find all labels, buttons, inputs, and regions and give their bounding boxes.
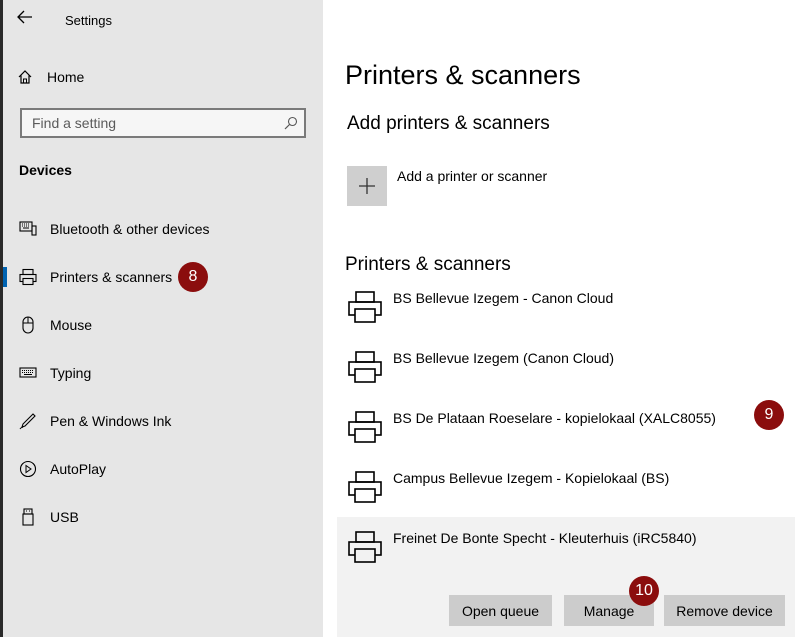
- printer-list-item[interactable]: Campus Bellevue Izegem - Kopielokaal (BS…: [337, 460, 795, 520]
- annotation-badge-8: 8: [178, 262, 208, 292]
- bluetooth-devices-icon: [19, 221, 37, 236]
- printer-icon: [19, 268, 37, 286]
- search-input[interactable]: [22, 110, 272, 136]
- plus-icon: [359, 178, 375, 194]
- sidebar-item-bluetooth[interactable]: Bluetooth & other devices: [3, 209, 323, 249]
- sidebar-item-pen[interactable]: Pen & Windows Ink: [3, 401, 323, 441]
- section-title: Devices: [19, 162, 72, 178]
- home-label: Home: [47, 69, 85, 85]
- printer-icon: [348, 471, 382, 503]
- printer-name: BS Bellevue Izegem - Canon Cloud: [393, 290, 614, 306]
- sidebar-item-label: Mouse: [50, 317, 93, 333]
- annotation-badge-10: 10: [629, 576, 659, 606]
- autoplay-icon: [19, 460, 37, 478]
- sidebar-item-autoplay[interactable]: AutoPlay: [3, 449, 323, 489]
- sidebar-item-label: AutoPlay: [50, 461, 107, 477]
- printer-name: BS Bellevue Izegem (Canon Cloud): [393, 350, 615, 366]
- sidebar-item-printers[interactable]: Printers & scanners 8: [3, 257, 323, 297]
- printer-name: Freinet De Bonte Specht - Kleuterhuis (i…: [393, 530, 697, 546]
- sidebar-item-usb[interactable]: USB: [3, 497, 323, 537]
- app-title: Settings: [65, 13, 112, 28]
- printer-icon: [348, 531, 382, 563]
- open-queue-button[interactable]: Open queue: [449, 595, 552, 626]
- back-arrow-icon: [17, 10, 32, 24]
- search-box[interactable]: [20, 108, 306, 138]
- sidebar-item-label: Pen & Windows Ink: [50, 413, 172, 429]
- sidebar-item-label: USB: [50, 509, 79, 525]
- page-title: Printers & scanners: [345, 60, 581, 90]
- printer-icon: [348, 411, 382, 443]
- printer-list-item[interactable]: BS Bellevue Izegem (Canon Cloud): [337, 340, 795, 400]
- printer-name: Campus Bellevue Izegem - Kopielokaal (BS…: [393, 470, 670, 486]
- search-icon: [284, 116, 298, 130]
- sidebar-item-label: Printers & scanners: [50, 269, 173, 285]
- annotation-badge-9: 9: [754, 400, 784, 430]
- keyboard-icon: [19, 367, 37, 378]
- add-printer-label[interactable]: Add a printer or scanner: [397, 168, 547, 184]
- add-section-title: Add printers & scanners: [347, 113, 550, 134]
- active-indicator: [3, 267, 7, 287]
- sidebar-item-typing[interactable]: Typing: [3, 353, 323, 393]
- sidebar-item-mouse[interactable]: Mouse: [3, 305, 323, 345]
- sidebar: Settings Home Devices Bluetooth & other …: [0, 0, 323, 637]
- mouse-icon: [22, 316, 34, 334]
- usb-icon: [22, 508, 34, 526]
- sidebar-item-label: Typing: [50, 365, 92, 381]
- pen-icon: [19, 413, 36, 430]
- add-printer-button[interactable]: [347, 166, 387, 206]
- remove-device-button[interactable]: Remove device: [664, 595, 785, 626]
- title-bar: Settings: [3, 0, 323, 40]
- printers-list-title: Printers & scanners: [345, 254, 511, 275]
- printer-list-item[interactable]: BS Bellevue Izegem - Canon Cloud: [337, 280, 795, 340]
- printer-name: BS De Plataan Roeselare - kopielokaal (X…: [393, 410, 716, 426]
- sidebar-item-label: Bluetooth & other devices: [50, 221, 210, 237]
- printer-icon: [348, 291, 382, 323]
- printer-list-item-selected[interactable]: Freinet De Bonte Specht - Kleuterhuis (i…: [337, 517, 795, 637]
- back-button[interactable]: [17, 10, 41, 30]
- printer-icon: [348, 351, 382, 383]
- home-icon: [18, 70, 32, 84]
- printer-list-item[interactable]: BS De Plataan Roeselare - kopielokaal (X…: [337, 400, 795, 460]
- home-nav-item[interactable]: Home: [17, 66, 84, 88]
